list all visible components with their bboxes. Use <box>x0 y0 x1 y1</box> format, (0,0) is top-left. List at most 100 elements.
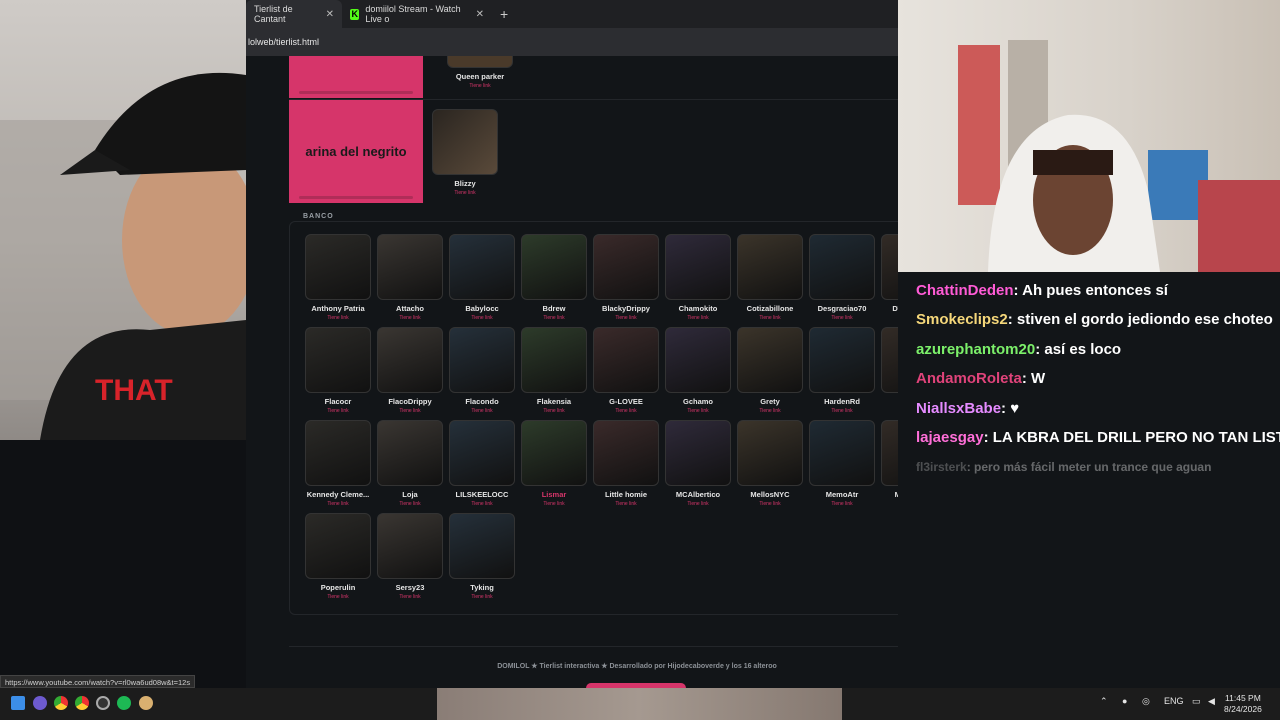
clock[interactable]: 11:45 PM 8/24/2026 <box>1224 693 1262 715</box>
chat-username: ChattinDeden <box>916 282 1014 299</box>
left-webcam-person: THAT <box>0 72 246 440</box>
artist-photo <box>449 327 515 393</box>
right-webcam-person <box>958 40 1280 272</box>
taskbar: ⌃ ● ◎ ENG ▭ ◀ 11:45 PM 8/24/2026 <box>0 688 1280 720</box>
windows-start-icon[interactable] <box>11 696 25 710</box>
chat-message: ChattinDeden: Ah pues entonces sí <box>916 280 1280 309</box>
artist-photo <box>881 420 898 486</box>
clock-time: 11:45 PM <box>1225 693 1261 703</box>
artist-card[interactable]: Flacondo Tiene link <box>449 327 515 414</box>
right-webcam-feed <box>898 0 1280 272</box>
artist-card[interactable]: Gchamo Tiene link <box>665 327 731 414</box>
close-tab-icon[interactable]: ✕ <box>476 9 484 20</box>
tab-title: Tierlist de Cantant <box>254 4 293 24</box>
chat-message: AndamoRoleta: W <box>916 368 1280 397</box>
artist-name: MCAlbertico <box>675 490 721 499</box>
tier-label-text: arina del negrito <box>305 144 407 159</box>
chat-username: lajaesgay <box>916 428 984 446</box>
artist-card[interactable]: JayD7 Tiene link <box>881 327 898 413</box>
artist-link-tag: Tiene link <box>687 408 709 414</box>
chat-text: : ♥ <box>1001 399 1020 417</box>
tab-tierlist[interactable]: Tierlist de Cantant ✕ <box>246 0 342 28</box>
artist-card[interactable]: MellosNYC Tiene link <box>737 420 803 507</box>
artist-name: DTBDEMON <box>892 304 898 313</box>
volume-icon[interactable]: ◀ <box>1208 696 1215 707</box>
artist-card[interactable]: Flacocr Tiene link <box>305 327 371 414</box>
artist-card[interactable]: Blizzy Tiene link <box>432 109 498 196</box>
new-tab-button[interactable]: + <box>492 6 508 22</box>
chat-message: NiallsxBabe: ♥ <box>916 398 1280 427</box>
artist-link-tag: Tiene link <box>327 501 349 507</box>
artist-card[interactable]: Little homie Tiene link <box>593 420 659 507</box>
artist-photo <box>593 327 659 393</box>
artist-card[interactable]: Flakensia Tiene link <box>521 327 587 414</box>
artist-card[interactable]: MCAlbertico Tiene link <box>665 420 731 507</box>
chat-text: : Ah pues entonces sí <box>1013 282 1168 299</box>
artist-link-tag: Tiene link <box>327 408 349 414</box>
obs-icon[interactable] <box>96 696 110 710</box>
artist-link-tag: Tiene link <box>543 315 565 321</box>
artist-card[interactable]: Tyking Tiene link <box>449 513 515 600</box>
artist-card[interactable]: Poperulin Tiene link <box>305 513 371 600</box>
artist-card[interactable]: Cotizabillone Tiene link <box>737 234 803 321</box>
language-indicator[interactable]: ENG <box>1164 696 1184 706</box>
artist-card[interactable]: HardenRd Tiene link <box>809 327 875 414</box>
artist-card[interactable]: Chamokito Tiene link <box>665 234 731 321</box>
artist-card[interactable]: Bdrew Tiene link <box>521 234 587 321</box>
artist-card[interactable]: Menor City Tiene link <box>881 420 898 506</box>
artist-card[interactable]: Babylocc Tiene link <box>449 234 515 321</box>
artist-photo <box>449 513 515 579</box>
footer-text: DOMILOL ★ Tierlist interactiva ★ Desarro… <box>497 663 777 670</box>
artist-link-tag: Tiene link <box>471 315 493 321</box>
network-icon[interactable]: ◎ <box>1142 696 1150 707</box>
chat-username: fl3irsterk <box>916 460 967 475</box>
spotify-icon[interactable] <box>117 696 131 710</box>
artist-photo <box>665 234 731 300</box>
artist-card[interactable]: Attacho Tiene link <box>377 234 443 321</box>
artist-card[interactable]: Desgraciao70 Tiene link <box>809 234 875 321</box>
address-bar[interactable]: lolweb/tierlist.html <box>246 28 898 56</box>
artist-card[interactable]: Grety Tiene link <box>737 327 803 414</box>
artist-name: Tyking <box>470 583 494 592</box>
app-icon[interactable] <box>33 696 47 710</box>
artist-card[interactable]: Loja Tiene link <box>377 420 443 507</box>
artist-card[interactable]: BlackyDrippy Tiene link <box>593 234 659 321</box>
artist-name: Poperulin <box>320 583 356 592</box>
chevron-up-icon[interactable]: ⌃ <box>1100 696 1108 707</box>
artist-card[interactable]: G-LOVEE Tiene link <box>593 327 659 414</box>
chrome-icon[interactable] <box>75 696 89 710</box>
chrome-icon[interactable] <box>54 696 68 710</box>
artist-photo <box>305 513 371 579</box>
artist-name: Flakensia <box>536 397 572 406</box>
artist-card[interactable]: FlacoDrippy Tiene link <box>377 327 443 414</box>
close-tab-icon[interactable]: ✕ <box>326 9 334 20</box>
artist-name: Cotizabillone <box>746 304 794 313</box>
chat-text: : LA KBRA DEL DRILL PERO NO TAN LIST <box>983 428 1280 446</box>
app-icon[interactable] <box>139 696 153 710</box>
artist-card[interactable]: Lismar Tiene link <box>521 420 587 507</box>
artist-name: Chamokito <box>678 304 718 313</box>
artist-link-tag: Tiene link <box>615 315 637 321</box>
tier-label-bar <box>299 91 413 94</box>
artist-link-tag: Tiene link <box>471 594 493 600</box>
artist-link-tag: Tiene link <box>399 501 421 507</box>
microphone-icon[interactable]: ● <box>1122 696 1127 706</box>
artist-photo <box>809 327 875 393</box>
artist-card[interactable]: MemoAtr Tiene link <box>809 420 875 507</box>
tab-title: domiilol Stream - Watch Live o <box>365 4 461 24</box>
bank-title: BANCO <box>303 213 334 220</box>
artist-photo <box>593 234 659 300</box>
artist-card[interactable]: Sersy23 Tiene link <box>377 513 443 600</box>
artist-name: Flacondo <box>465 397 499 406</box>
chat-username: AndamoRoleta <box>916 370 1022 388</box>
display-icon[interactable]: ▭ <box>1192 696 1201 707</box>
artist-card[interactable]: Kennedy Cleme... Tiene link <box>305 420 371 507</box>
artist-link-tag: Tiene link <box>759 315 781 321</box>
artist-link-tag: Tiene link <box>327 594 349 600</box>
artist-card[interactable]: LILSKEELOCC Tiene link <box>449 420 515 507</box>
artist-card[interactable]: Anthony Patria Tiene link <box>305 234 371 321</box>
artist-link-tag: Tiene link <box>831 501 853 507</box>
artist-name: MellosNYC <box>750 490 790 499</box>
tab-stream[interactable]: K domiilol Stream - Watch Live o ✕ <box>342 0 492 28</box>
artist-card[interactable]: DTBDEMON Tiene link <box>881 234 898 320</box>
